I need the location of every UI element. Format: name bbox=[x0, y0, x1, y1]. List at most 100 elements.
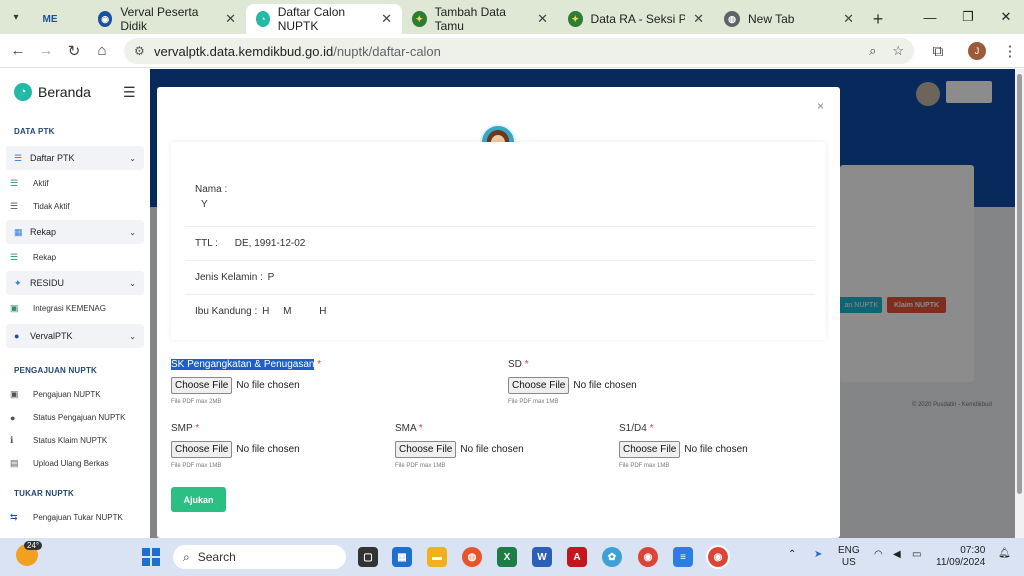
tab-new-tab[interactable]: ◍ New Tab ✕ bbox=[714, 4, 864, 34]
chrome-profile-icon[interactable]: ◉ bbox=[706, 545, 730, 569]
scrollbar[interactable] bbox=[1015, 69, 1024, 538]
sd-file-input[interactable]: Choose File No file chosen bbox=[508, 377, 637, 394]
sma-file-input[interactable]: Choose File No file chosen bbox=[395, 441, 524, 458]
sidebar-item-label: Rekap bbox=[30, 227, 57, 237]
clock[interactable]: 07:30 11/09/2024 bbox=[936, 545, 985, 569]
brand[interactable]: ◔ Beranda ☰ bbox=[0, 69, 150, 115]
nama-label: Nama : bbox=[195, 184, 228, 195]
sidebar-item-pengajuan-nuptk[interactable]: ▣ Pengajuan NUPTK bbox=[0, 383, 150, 406]
sma-label-text: SMA bbox=[395, 423, 417, 434]
word-icon[interactable]: W bbox=[532, 547, 552, 567]
volume-icon[interactable]: ◀ bbox=[893, 549, 901, 560]
tray-chevron-icon[interactable]: ⌃ bbox=[788, 549, 796, 560]
scrollbar-thumb[interactable] bbox=[1017, 74, 1022, 494]
battery-icon[interactable]: ▭ bbox=[912, 549, 921, 560]
tab-me[interactable]: ME bbox=[32, 4, 88, 34]
sidebar-item-vervalptk[interactable]: ● VervalPTK ⌄ bbox=[6, 324, 144, 348]
notepad-icon[interactable]: ≡ bbox=[673, 547, 693, 567]
new-tab-button[interactable]: + bbox=[864, 4, 892, 34]
notification-bell-icon[interactable]: 🔔︎ bbox=[998, 548, 1011, 559]
sidebar-item-rekap-group[interactable]: ▦ Rekap ⌄ bbox=[6, 220, 144, 244]
close-window-icon[interactable]: ✕ bbox=[988, 0, 1024, 34]
tab-verval-peserta-didik[interactable]: ◉ Verval Peserta Didik ✕ bbox=[88, 4, 246, 34]
back-icon[interactable]: ← bbox=[4, 37, 32, 65]
chrome-icon[interactable]: ◉ bbox=[638, 547, 658, 567]
close-icon[interactable]: ✕ bbox=[381, 11, 392, 27]
menu-dots-icon[interactable]: ⋮ bbox=[996, 37, 1024, 65]
home-icon[interactable]: ⌂ bbox=[88, 37, 116, 65]
file-explorer-icon[interactable]: ▬ bbox=[427, 547, 447, 567]
extensions-icon[interactable]: ⧉ bbox=[924, 37, 952, 65]
no-file-text: No file chosen bbox=[684, 444, 748, 455]
ajukan-button[interactable]: Ajukan bbox=[171, 487, 226, 512]
reload-icon[interactable]: ↻ bbox=[60, 37, 88, 65]
choose-file-button[interactable]: Choose File bbox=[395, 441, 457, 458]
required-mark: * bbox=[195, 423, 200, 434]
forward-icon[interactable]: → bbox=[32, 37, 60, 65]
sidebar-item-rekap[interactable]: ☰ Rekap bbox=[0, 246, 150, 269]
id-card-icon: ▣ bbox=[10, 389, 19, 399]
close-icon[interactable]: ✕ bbox=[225, 11, 236, 27]
choose-file-button[interactable]: Choose File bbox=[171, 377, 233, 394]
sidebar-item-status-pengajuan[interactable]: ● Status Pengajuan NUPTK bbox=[0, 406, 150, 429]
language-indicator[interactable]: ENG US bbox=[838, 545, 860, 569]
restore-icon[interactable]: ❐ bbox=[950, 0, 986, 34]
hamburger-icon[interactable]: ☰ bbox=[123, 84, 136, 101]
s1-file-input[interactable]: Choose File No file chosen bbox=[619, 441, 748, 458]
swap-icon: ⇆ bbox=[10, 512, 18, 522]
list-icon: ☰ bbox=[14, 152, 23, 163]
jenis-kelamin-value: P bbox=[267, 272, 275, 283]
sidebar-item-label: Rekap bbox=[33, 253, 57, 262]
tab-label: Daftar Calon NUPTK bbox=[277, 5, 346, 33]
site-settings-icon[interactable]: ⚙ bbox=[134, 44, 145, 58]
smp-file-input[interactable]: Choose File No file chosen bbox=[171, 441, 300, 458]
task-view-icon[interactable]: ▢ bbox=[358, 547, 378, 567]
tab-label: New Tab bbox=[748, 12, 795, 26]
jenis-kelamin-label: Jenis Kelamin : bbox=[195, 272, 263, 283]
sidebar-item-label: Aktif bbox=[33, 179, 49, 188]
close-icon[interactable]: ✕ bbox=[693, 11, 704, 27]
address-bar[interactable]: ⚙ vervalptk.data.kemdikbud.go.id/nuptk/d… bbox=[124, 38, 914, 64]
sidebar-item-upload-ulang[interactable]: ▤ Upload Ulang Berkas bbox=[0, 452, 150, 475]
sidebar-item-tidak-aktif[interactable]: ☰ Tidak Aktif bbox=[0, 195, 150, 218]
zoom-icon[interactable]: ⌕ bbox=[869, 43, 876, 59]
firefox-icon[interactable]: ◍ bbox=[462, 547, 482, 567]
tab-data-ra[interactable]: ✦ Data RA - Seksi Pendidi ✕ bbox=[558, 4, 714, 34]
sidebar-item-aktif[interactable]: ☰ Aktif bbox=[0, 172, 150, 195]
choose-file-button[interactable]: Choose File bbox=[171, 441, 233, 458]
choose-file-button[interactable]: Choose File bbox=[619, 441, 681, 458]
acrobat-icon[interactable]: A bbox=[567, 547, 587, 567]
close-icon[interactable]: ✕ bbox=[843, 11, 854, 27]
tray-app-icon[interactable]: ➤ bbox=[814, 549, 822, 560]
sidebar-item-residu[interactable]: ✦ RESIDU ⌄ bbox=[6, 271, 144, 295]
close-icon[interactable]: × bbox=[817, 99, 824, 113]
required-mark: * bbox=[649, 423, 654, 434]
sidebar-item-label: Upload Ulang Berkas bbox=[33, 459, 109, 468]
bookmark-star-icon[interactable]: ☆ bbox=[892, 43, 904, 59]
choose-file-button[interactable]: Choose File bbox=[508, 377, 570, 394]
profile-avatar[interactable]: J bbox=[968, 42, 986, 60]
page-content: ◔ Beranda ☰ DATA PTK ☰ Daftar PTK ⌄ ☰ Ak… bbox=[0, 69, 1024, 538]
no-file-text: No file chosen bbox=[236, 444, 300, 455]
pengajuan-modal: × Nama : Y TTL : DE, 1991-12-02 Jenis Ke… bbox=[157, 87, 840, 538]
sk-file-input[interactable]: Choose File No file chosen bbox=[171, 377, 300, 394]
sidebar-item-daftar-ptk[interactable]: ☰ Daftar PTK ⌄ bbox=[6, 146, 144, 170]
store-icon[interactable]: ▦ bbox=[392, 547, 412, 567]
plus-icon: ✦ bbox=[14, 277, 22, 288]
sidebar-item-pengajuan-tukar[interactable]: ⇆ Pengajuan Tukar NUPTK bbox=[0, 506, 150, 529]
sidebar-item-status-klaim[interactable]: ℹ Status Klaim NUPTK bbox=[0, 429, 150, 452]
start-windows-icon[interactable] bbox=[142, 548, 160, 566]
taskbar-search[interactable]: ⌕ Search bbox=[173, 545, 346, 569]
excel-icon[interactable]: X bbox=[497, 547, 517, 567]
tab-tambah-data-tamu[interactable]: ✦ Tambah Data Tamu ✕ bbox=[402, 4, 558, 34]
sidebar-item-integrasi-kemenag[interactable]: ▣ Integrasi KEMENAG bbox=[0, 297, 150, 320]
tab-search-chevron-icon[interactable]: ▾ bbox=[0, 0, 32, 34]
minimize-icon[interactable]: — bbox=[912, 0, 948, 34]
wifi-icon[interactable]: ◠ bbox=[874, 549, 883, 560]
close-icon[interactable]: ✕ bbox=[537, 11, 548, 27]
sma-hint: File PDF max 1MB bbox=[395, 463, 446, 469]
url-path: /nuptk/daftar-calon bbox=[333, 43, 441, 59]
tab-daftar-calon-nuptk[interactable]: ◔ Daftar Calon NUPTK ✕ bbox=[246, 4, 402, 34]
kemenag-icon: ✦ bbox=[412, 11, 427, 27]
paint-icon[interactable]: ✿ bbox=[602, 547, 622, 567]
